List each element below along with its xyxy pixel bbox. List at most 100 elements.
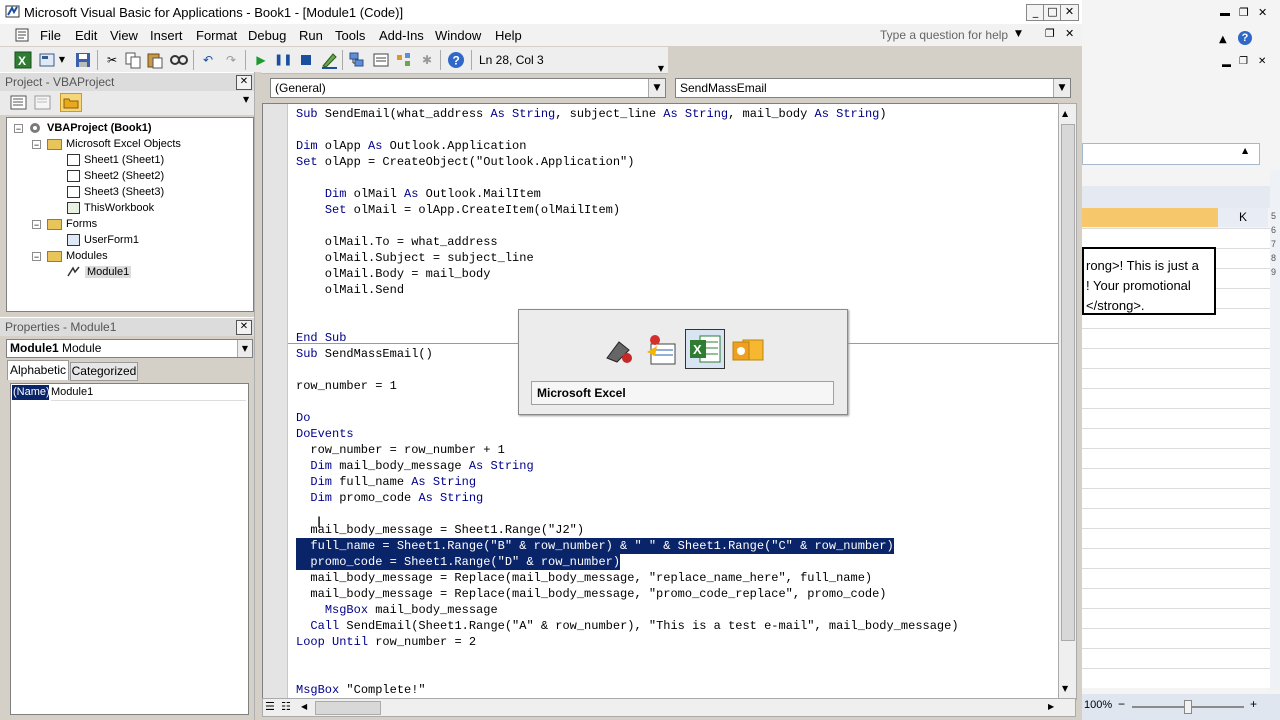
excel-app-icon[interactable]: X [685, 329, 725, 369]
excel-restore-icon[interactable]: ❐ [1239, 6, 1249, 19]
collapse-icon[interactable]: − [32, 139, 41, 149]
help-icon[interactable]: ? [1238, 31, 1252, 45]
vba-app-icon[interactable] [601, 332, 637, 368]
menu-format[interactable]: Format [196, 28, 237, 43]
code-line[interactable]: Dim olMail As Outlook.MailItem [296, 186, 541, 202]
collapse-icon[interactable]: − [32, 219, 41, 229]
code-line[interactable]: Sub SendEmail(what_address As String, su… [296, 106, 887, 122]
excel-close-icon[interactable]: ✕ [1258, 6, 1267, 19]
redo-icon[interactable]: ↷ [222, 51, 240, 69]
column-header-k[interactable]: K [1218, 208, 1268, 227]
column-header-j[interactable] [1082, 208, 1219, 227]
tree-node-modules[interactable]: − Modules [32, 249, 108, 263]
code-line[interactable]: Dim full_name As String [296, 474, 476, 490]
object-selector[interactable]: Module1 Module ▼ [6, 339, 253, 358]
tree-node-sheet3[interactable]: Sheet3 (Sheet3) [67, 185, 164, 199]
code-line[interactable]: olMail.Subject = subject_line [296, 250, 534, 266]
code-line[interactable]: Dim promo_code As String [296, 490, 483, 506]
object-browser-icon[interactable] [395, 51, 413, 69]
tree-node-vbaproject[interactable]: − VBAProject (Book1) [14, 121, 152, 135]
project-explorer-icon[interactable] [348, 51, 366, 69]
toolbox-icon[interactable]: ✱ [418, 51, 436, 69]
menu-help[interactable]: Help [495, 28, 522, 43]
code-line[interactable]: MsgBox "Complete!" [296, 682, 426, 698]
code-line[interactable]: DoEvents [296, 426, 354, 442]
horizontal-scrollbar[interactable]: ☰ ☷ ◀ ▶ [262, 698, 1076, 717]
menu-debug[interactable]: Debug [248, 28, 286, 43]
menu-edit[interactable]: Edit [75, 28, 97, 43]
full-module-view-icon[interactable]: ☷ [281, 700, 291, 713]
margin-indicator-bar[interactable] [263, 104, 288, 699]
code-line[interactable]: olMail.Body = mail_body [296, 266, 491, 282]
tree-node-sheet2[interactable]: Sheet2 (Sheet2) [67, 169, 164, 183]
menu-window[interactable]: Window [435, 28, 481, 43]
tree-node-module1[interactable]: Module1 [67, 265, 132, 279]
code-line[interactable]: Dim mail_body_message As String [296, 458, 533, 474]
code-line[interactable]: Sub SendMassEmail() [296, 346, 433, 362]
code-document-icon[interactable] [15, 28, 29, 42]
paste-icon[interactable] [146, 51, 164, 69]
code-line[interactable]: promo_code = Sheet1.Range("D" & row_numb… [296, 554, 621, 570]
project-close-icon[interactable]: ✕ [236, 75, 252, 90]
run-icon[interactable]: ▶ [252, 51, 270, 69]
scroll-right-icon[interactable]: ▶ [1048, 702, 1054, 711]
view-excel-icon[interactable]: X [14, 51, 32, 69]
restore-icon[interactable]: ❐ [1045, 27, 1055, 40]
doc-close-icon[interactable]: ✕ [1065, 27, 1074, 40]
code-line[interactable]: Dim olApp As Outlook.Application [296, 138, 526, 154]
menu-file[interactable]: File [40, 28, 61, 43]
form-app-icon[interactable] [643, 332, 679, 368]
view-object-icon[interactable] [34, 95, 52, 111]
menu-view[interactable]: View [110, 28, 138, 43]
chevron-down-icon[interactable]: ▼ [648, 79, 665, 97]
code-line[interactable]: olMail.Send [296, 282, 404, 298]
code-line[interactable]: olMail.To = what_address [296, 234, 498, 250]
property-name[interactable]: (Name) [12, 385, 50, 400]
object-combo[interactable]: (General) ▼ [270, 78, 666, 98]
tab-alphabetic[interactable]: Alphabetic [7, 360, 69, 380]
code-line[interactable]: Loop Until row_number = 2 [296, 634, 476, 650]
view-code-icon[interactable] [10, 95, 28, 111]
zoom-slider-thumb[interactable] [1184, 700, 1192, 714]
design-mode-icon[interactable] [320, 51, 338, 69]
active-cell[interactable]: rong>! This is just a ! Your promotional… [1082, 247, 1216, 315]
zoom-out-icon[interactable]: − [1118, 697, 1125, 711]
find-icon[interactable] [170, 51, 188, 69]
insert-module-icon[interactable] [38, 51, 56, 69]
properties-close-icon[interactable]: ✕ [236, 320, 252, 335]
code-line[interactable]: MsgBox mail_body_message [296, 602, 498, 618]
cut-icon[interactable]: ✂ [103, 51, 121, 69]
dropdown-arrow-icon[interactable]: ▼ [58, 51, 66, 69]
excel-doc-restore-icon[interactable]: ❐ [1239, 56, 1248, 67]
help-search-box[interactable]: Type a question for help [880, 28, 1008, 42]
code-line[interactable]: Do [296, 410, 310, 426]
scroll-thumb[interactable] [1061, 124, 1075, 641]
code-line[interactable]: row_number = 1 [296, 378, 397, 394]
tree-node-thisworkbook[interactable]: ThisWorkbook [67, 201, 154, 215]
formula-bar[interactable] [1082, 143, 1260, 165]
pane-scroll-handle[interactable]: ▼ [243, 95, 249, 104]
formula-expand-icon[interactable]: ▲ [1242, 146, 1248, 155]
tree-node-excel-objects[interactable]: − Microsoft Excel Objects [32, 137, 181, 151]
undo-icon[interactable]: ↶ [199, 51, 217, 69]
zoom-in-icon[interactable]: + [1250, 697, 1257, 711]
excel-doc-close-icon[interactable]: ✕ [1258, 56, 1266, 67]
code-line[interactable]: mail_body_message = Replace(mail_body_me… [296, 586, 886, 602]
help-dropdown-icon[interactable]: ▼ [1015, 29, 1022, 39]
collapse-icon[interactable]: − [14, 123, 23, 133]
property-value[interactable]: Module1 [51, 385, 246, 401]
break-icon[interactable]: ❚❚ [274, 51, 292, 69]
code-line[interactable]: Set olMail = olApp.CreateItem(olMailItem… [296, 202, 620, 218]
zoom-level[interactable]: 100% [1084, 699, 1112, 711]
procedure-view-icon[interactable]: ☰ [265, 700, 275, 713]
outlook-app-icon[interactable] [729, 332, 765, 368]
collapse-icon[interactable]: − [32, 251, 41, 261]
tree-node-sheet1[interactable]: Sheet1 (Sheet1) [67, 153, 164, 167]
code-line[interactable]: Set olApp = CreateObject("Outlook.Applic… [296, 154, 634, 170]
copy-icon[interactable] [124, 51, 142, 69]
tree-node-forms[interactable]: − Forms [32, 217, 97, 231]
scroll-left-icon[interactable]: ◀ [301, 702, 307, 711]
chevron-down-icon[interactable]: ▼ [237, 340, 252, 357]
excel-minimize-icon[interactable]: ▬ [1220, 8, 1230, 19]
help-icon[interactable]: ? [447, 51, 465, 69]
